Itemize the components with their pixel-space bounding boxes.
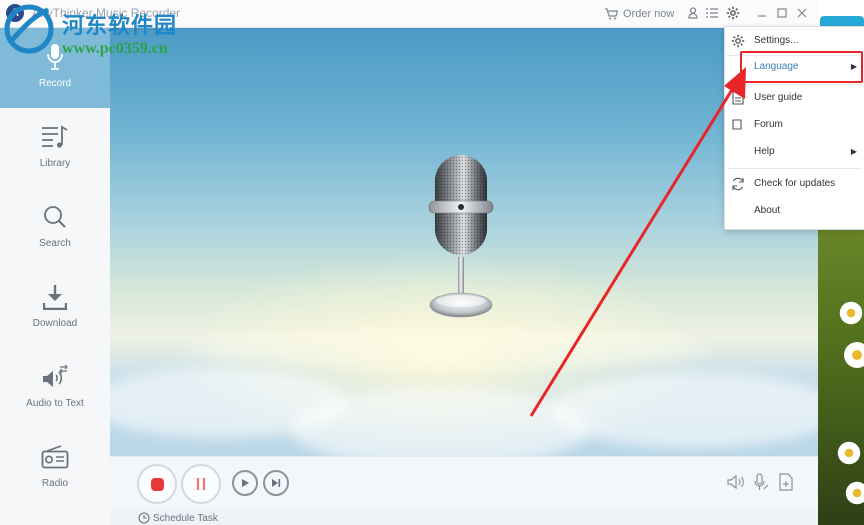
menu-divider xyxy=(727,168,862,169)
schedule-task-label: Schedule Task xyxy=(153,512,218,524)
app-title: AnyThinker Music Recorder xyxy=(32,6,181,20)
menu-item-settings[interactable]: Settings... xyxy=(725,27,864,54)
radio-icon xyxy=(40,442,70,472)
cloud xyxy=(190,328,710,368)
settings-gear-icon[interactable] xyxy=(724,4,742,22)
volume-icon[interactable] xyxy=(727,472,745,492)
menu-item-label: Check for updates xyxy=(754,178,836,189)
sidebar-item-record[interactable]: Record xyxy=(0,28,110,108)
record-dot-icon xyxy=(150,477,164,491)
schedule-task-button[interactable]: Schedule Task xyxy=(138,512,218,524)
sidebar-item-label: Library xyxy=(39,158,71,169)
forum-icon xyxy=(730,117,746,133)
list-menu-icon[interactable] xyxy=(703,4,721,22)
download-icon xyxy=(40,282,70,312)
sidebar: Record Library Search Download Audio to … xyxy=(0,28,111,525)
studio-microphone-icon xyxy=(428,155,494,318)
sidebar-item-label: Audio to Text xyxy=(26,398,84,409)
clock-icon xyxy=(138,512,150,524)
sidebar-item-library[interactable]: Library xyxy=(0,108,110,188)
sidebar-item-label: Search xyxy=(39,238,71,249)
play-button[interactable] xyxy=(232,470,258,496)
menu-item-label: Forum xyxy=(754,119,783,130)
title-bar: A AnyThinker Music Recorder Order now xyxy=(0,0,818,28)
play-icon xyxy=(242,479,249,487)
sidebar-item-label: Radio xyxy=(41,478,69,489)
sidebar-item-search[interactable]: Search xyxy=(0,188,110,268)
menu-item-label: About xyxy=(754,205,781,216)
playback-controls xyxy=(110,456,818,510)
menu-item-check-updates[interactable]: Check for updates xyxy=(725,170,864,197)
menu-item-help[interactable]: Help ▶ xyxy=(725,138,864,165)
cloud xyxy=(290,388,590,456)
sidebar-item-label: Download xyxy=(32,318,78,329)
cart-icon xyxy=(605,8,618,20)
status-bar: Schedule Task xyxy=(110,509,818,525)
audio-to-text-icon xyxy=(40,362,70,392)
sidebar-item-download[interactable]: Download xyxy=(0,268,110,348)
order-now-label: Order now xyxy=(623,8,675,20)
menu-item-user-guide[interactable]: User guide xyxy=(725,84,864,111)
music-list-icon xyxy=(40,122,70,152)
daisy-flower xyxy=(836,440,862,466)
daisy-flower xyxy=(844,480,864,506)
pause-icon xyxy=(196,478,206,490)
menu-item-label: Help xyxy=(754,146,775,157)
document-icon xyxy=(730,90,746,106)
record-panel xyxy=(110,28,818,456)
close-icon[interactable] xyxy=(793,4,811,22)
minimize-icon[interactable] xyxy=(753,4,771,22)
microphone-icon xyxy=(40,42,70,72)
mic-input-icon[interactable] xyxy=(752,472,770,492)
record-button[interactable] xyxy=(137,464,177,504)
sidebar-item-label: Record xyxy=(38,78,72,89)
user-icon[interactable] xyxy=(684,4,702,22)
sidebar-item-audio-to-text[interactable]: Audio to Text xyxy=(0,348,110,428)
gear-icon xyxy=(730,33,746,49)
language-highlight-box xyxy=(740,51,863,83)
skip-next-button[interactable] xyxy=(263,470,289,496)
submenu-arrow-icon: ▶ xyxy=(850,147,857,156)
order-now-button[interactable]: Order now xyxy=(604,4,674,24)
cloud xyxy=(550,373,818,448)
app-logo: A xyxy=(6,4,24,22)
refresh-icon xyxy=(730,176,746,192)
menu-item-label: User guide xyxy=(754,92,803,103)
menu-item-label: Settings... xyxy=(754,35,799,46)
menu-item-about[interactable]: About xyxy=(725,197,864,224)
sidebar-item-radio[interactable]: Radio xyxy=(0,428,110,508)
pause-button[interactable] xyxy=(181,464,221,504)
file-export-icon[interactable] xyxy=(777,472,795,492)
skip-next-icon xyxy=(272,479,281,487)
search-icon xyxy=(40,202,70,232)
maximize-icon[interactable] xyxy=(773,4,791,22)
menu-item-forum[interactable]: Forum xyxy=(725,111,864,138)
daisy-flower xyxy=(838,300,864,326)
daisy-flower xyxy=(842,340,864,370)
app-window: A AnyThinker Music Recorder Order now Re… xyxy=(0,0,819,525)
